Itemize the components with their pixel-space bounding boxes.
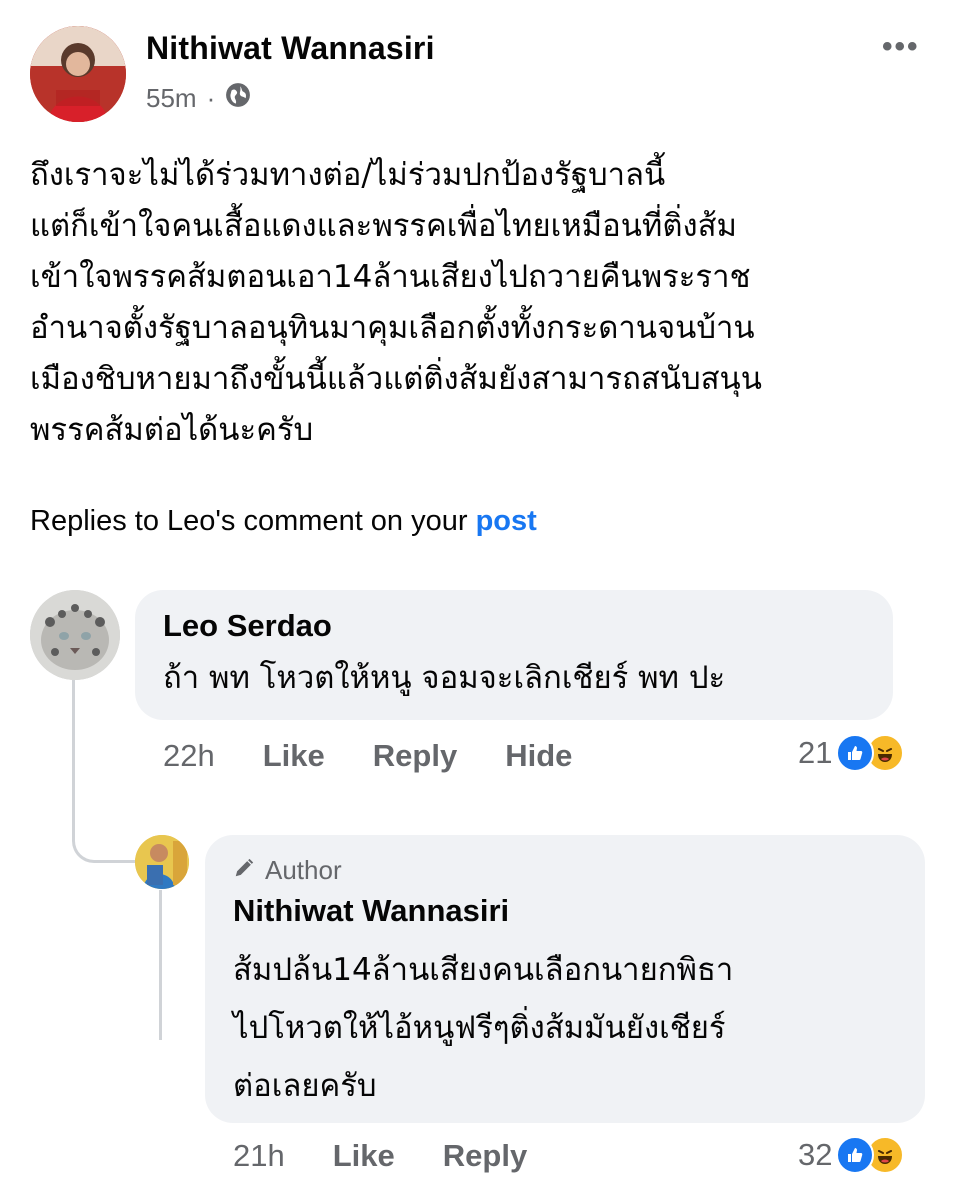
reply-author-name[interactable]: Nithiwat Wannasiri bbox=[233, 893, 509, 929]
hide-button[interactable]: Hide bbox=[505, 738, 572, 774]
globe-icon bbox=[225, 82, 251, 115]
reply-time[interactable]: 21h bbox=[233, 1138, 285, 1174]
reply-like-button[interactable]: Like bbox=[333, 1138, 395, 1174]
reply-text: ส้มปล้น14ล้านเสียงคนเลือกนายกพิธา ไปโหวต… bbox=[233, 952, 734, 1104]
reply-reaction-summary[interactable]: 32 bbox=[798, 1136, 905, 1174]
reaction-summary[interactable]: 21 bbox=[798, 734, 905, 772]
reply-actions: 21h Like Reply bbox=[233, 1138, 527, 1174]
like-reaction-icon bbox=[836, 734, 875, 772]
author-badge-label: Author bbox=[265, 855, 342, 885]
meta-separator: · bbox=[206, 83, 216, 113]
post-link[interactable]: post bbox=[476, 505, 537, 537]
like-button[interactable]: Like bbox=[263, 738, 325, 774]
replies-header: Replies to Leo's comment on your post bbox=[30, 505, 537, 538]
more-horizontal-icon[interactable]: ••• bbox=[882, 30, 920, 64]
thread-line bbox=[72, 680, 75, 790]
post-author-avatar[interactable] bbox=[30, 26, 126, 122]
pencil-icon bbox=[233, 855, 255, 886]
thread-line-reply bbox=[159, 890, 162, 1040]
reply-reply-button[interactable]: Reply bbox=[443, 1138, 527, 1174]
comment-author-name[interactable]: Leo Serdao bbox=[163, 608, 332, 644]
post-meta: 55m · bbox=[146, 82, 251, 115]
post-body-text: ถึงเราจะไม่ได้ร่วมทางต่อ/ไม่ร่วมปกป้องรั… bbox=[30, 157, 762, 448]
commenter-avatar[interactable] bbox=[30, 590, 120, 680]
comment-bubble[interactable]: Leo Serdao ถ้า พท โหวตให้หนู จอมจะเลิกเช… bbox=[135, 590, 893, 720]
comment-actions: 22h Like Reply Hide bbox=[163, 738, 572, 774]
comment-time[interactable]: 22h bbox=[163, 738, 215, 774]
reaction-count: 21 bbox=[798, 735, 833, 770]
author-badge: Author bbox=[233, 855, 342, 886]
like-reaction-icon bbox=[836, 1136, 875, 1174]
reply-bubble[interactable]: Author Nithiwat Wannasiri ส้มปล้น14ล้านเ… bbox=[205, 835, 925, 1123]
comment-text: ถ้า พท โหวตให้หนู จอมจะเลิกเชียร์ พท ปะ bbox=[163, 660, 726, 696]
post-author-name[interactable]: Nithiwat Wannasiri bbox=[146, 30, 435, 67]
thread-connector bbox=[72, 788, 137, 863]
reply-reaction-count: 32 bbox=[798, 1137, 833, 1172]
reply-button[interactable]: Reply bbox=[373, 738, 457, 774]
replies-header-text: Replies to Leo's comment on your bbox=[30, 505, 476, 537]
reply-author-avatar[interactable] bbox=[135, 835, 189, 889]
post-time[interactable]: 55m bbox=[146, 83, 197, 114]
